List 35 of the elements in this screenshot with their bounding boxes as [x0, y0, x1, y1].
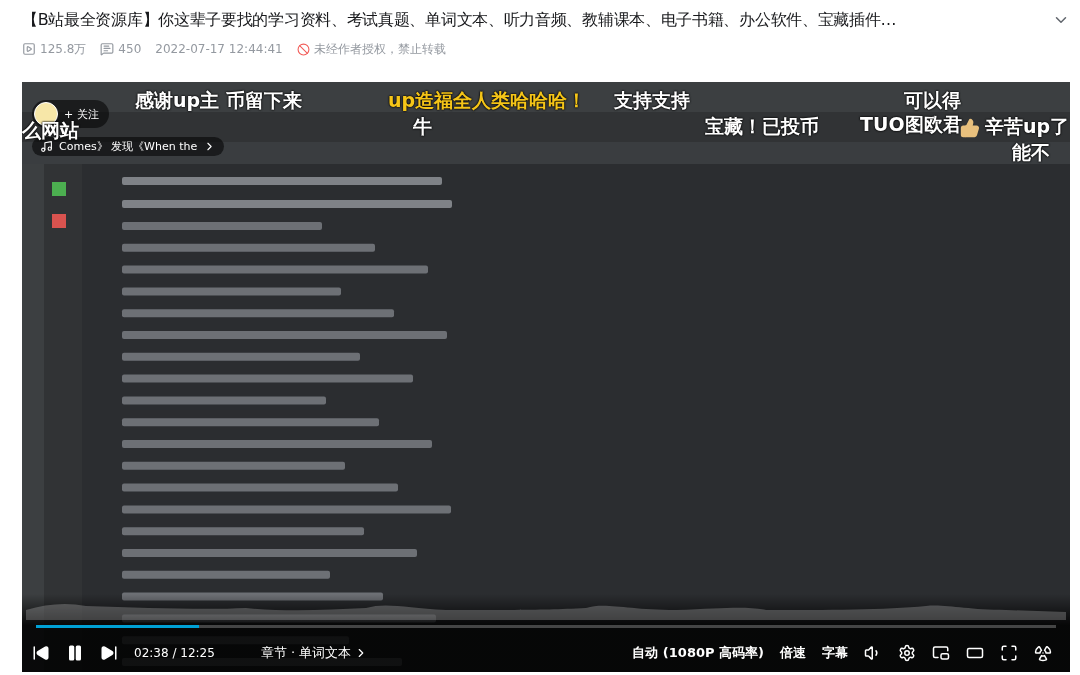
next-button[interactable] — [100, 644, 118, 662]
music-note-icon — [40, 140, 53, 153]
speed-button[interactable]: 倍速 — [780, 644, 806, 662]
danmaku-comment: TUO图欧君 — [860, 112, 962, 137]
music-label: Comes》 发现《When the — [59, 140, 198, 154]
view-count: 125.8万 — [40, 40, 87, 58]
danmaku-count-icon — [100, 42, 115, 56]
video-title: 【B站最全资源库】你这辈子要找的学习资料、考试真题、单词文本、听力音频、教辅课本、电子书籍、办公软件、宝藏插件… — [22, 9, 897, 31]
danmaku-comment: 支持支持 — [614, 88, 690, 113]
danmaku-comment: 可以得 — [904, 88, 961, 113]
settings-button[interactable] — [898, 644, 916, 662]
danmaku-comment: 辛苦up了 — [985, 114, 1070, 139]
danmaku-comment: 牛 — [413, 114, 432, 139]
chapter-link[interactable]: 章节 · 单词文本 — [260, 644, 369, 662]
danmaku-comment: up造福全人类哈哈哈！ — [388, 88, 587, 113]
danmaku-comment: 宝藏！已投币 — [705, 114, 819, 139]
publish-date: 2022-07-17 12:44:41 — [155, 42, 283, 56]
danmaku-comment: 感谢up主 币留下来 — [135, 88, 302, 113]
picture-in-picture-button[interactable] — [932, 644, 950, 662]
previous-button[interactable] — [32, 644, 50, 662]
fullscreen-button[interactable] — [1000, 644, 1018, 662]
copyright-notice: 未经作者授权，禁止转载 — [313, 40, 446, 58]
progress-track[interactable] — [36, 625, 1056, 628]
follow-label: + 关注 — [64, 106, 99, 121]
playback-time: 02:38 / 12:25 — [134, 646, 215, 660]
danmaku-comment: 能不 — [1012, 140, 1050, 165]
thumbs-up-icon — [960, 118, 980, 138]
radiation-button[interactable] — [1034, 644, 1052, 662]
danmaku-count: 450 — [118, 42, 142, 56]
subtitles-button[interactable]: 字幕 — [822, 644, 848, 662]
play-count-icon — [22, 42, 36, 56]
quality-button[interactable]: 自动 (1080P 高码率) — [632, 644, 764, 662]
forbidden-icon — [296, 42, 310, 56]
pause-button[interactable] — [66, 644, 84, 662]
video-player[interactable]: 么网站 感谢up主 币留下来 up造福全人类哈哈哈！ 支持支持 可以得 牛 宝藏！已投币 TUO图欧君 辛苦up了 能不 + 关注 Comes》 发现《When the 02:38 / 12:25 章节 · 单词文本 自动 (1080P 高码率) 倍速 字幕 — [22, 82, 1070, 672]
